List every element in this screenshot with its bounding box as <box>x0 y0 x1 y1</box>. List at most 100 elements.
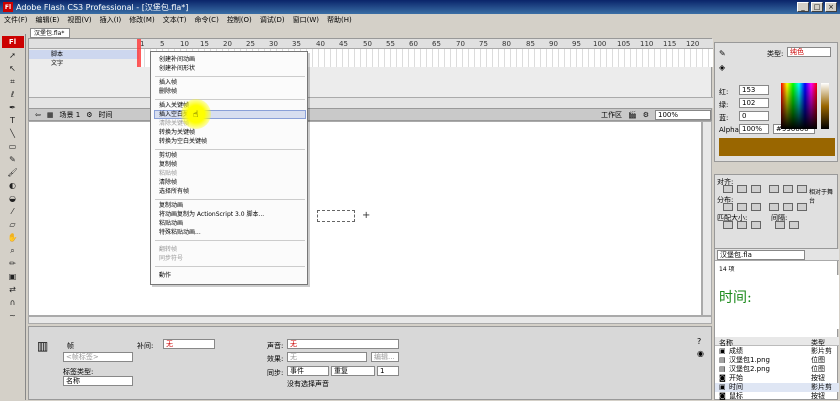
menu-item-synchronize-symbols[interactable]: 同步符号 <box>159 255 183 263</box>
workspace-label[interactable]: 工作区 <box>601 110 622 120</box>
align-hcenter-icon[interactable] <box>737 185 747 193</box>
menu-item-convert-to-keyframe[interactable]: 转换为关键帧 <box>159 129 195 137</box>
scene-label[interactable]: 场景 1 <box>60 110 81 120</box>
menu-file[interactable]: 文件(F) <box>4 15 28 25</box>
vertical-scrollbar[interactable] <box>702 121 712 316</box>
distribute-bottom-icon[interactable] <box>751 203 761 211</box>
symbol-label[interactable]: 时间 <box>98 110 112 120</box>
distribute-right-icon[interactable] <box>797 203 807 211</box>
library-item[interactable]: ▤ 汉堡包1.png 位图 <box>715 356 839 365</box>
menu-item-create-motion-tween[interactable]: 创建补间动画 <box>159 56 195 64</box>
pencil-icon[interactable]: ✎ <box>4 154 22 165</box>
menu-item-reverse-frames[interactable]: 翻转帧 <box>159 246 177 254</box>
horizontal-scrollbar[interactable] <box>28 316 712 324</box>
menu-item-remove-frames[interactable]: 删除帧 <box>159 88 177 96</box>
expand-icon[interactable]: ◉ <box>697 349 704 358</box>
stroke-color-icon[interactable]: ✎ <box>719 49 726 58</box>
menu-item-create-shape-tween[interactable]: 创建补间形状 <box>159 65 195 73</box>
align-top-icon[interactable] <box>769 185 779 193</box>
menu-item-copy-motion-as-as3[interactable]: 将动画复制为 ActionScript 3.0 脚本... <box>159 211 264 219</box>
hand-tool-icon[interactable]: ✋ <box>4 232 22 243</box>
zoom-select[interactable]: 100% <box>655 109 711 120</box>
sound-select[interactable]: 无 <box>287 339 399 349</box>
document-tab[interactable]: 汉堡包.fla* <box>30 28 70 38</box>
menu-item-copy-motion[interactable]: 复制动画 <box>159 202 183 210</box>
playhead[interactable] <box>137 39 141 67</box>
lasso-icon[interactable]: ℓ <box>4 89 22 100</box>
layer-row-script[interactable]: 脚本 <box>29 50 139 59</box>
fill-color-icon[interactable]: ◈ <box>719 63 725 72</box>
selection-tool-icon[interactable]: ➚ <box>4 50 22 61</box>
edit-button[interactable]: 编辑... <box>371 352 399 362</box>
space-horizontal-icon[interactable] <box>789 221 799 229</box>
menu-item-cut-frames[interactable]: 剪切帧 <box>159 152 177 160</box>
eraser-icon[interactable]: ▱ <box>4 219 22 230</box>
blue-input[interactable]: 0 <box>739 111 769 121</box>
distribute-top-icon[interactable] <box>723 203 733 211</box>
layer-row-text[interactable]: 文字 <box>29 59 139 68</box>
text-tool-icon[interactable]: T <box>4 115 22 126</box>
smooth-icon[interactable]: ~ <box>4 310 22 321</box>
tween-select[interactable]: 无 <box>163 339 215 349</box>
distribute-vcenter-icon[interactable] <box>737 203 747 211</box>
green-input[interactable]: 102 <box>739 98 769 108</box>
align-left-icon[interactable] <box>723 185 733 193</box>
line-tool-icon[interactable]: ╲ <box>4 128 22 139</box>
menu-help[interactable]: 帮助(H) <box>327 15 352 25</box>
menu-item-select-all-frames[interactable]: 选择所有帧 <box>159 188 189 196</box>
edit-scene-icon[interactable]: 🎬 <box>628 111 637 119</box>
brightness-slider[interactable] <box>821 83 829 129</box>
minimize-button[interactable]: _ <box>797 2 809 12</box>
menu-modify[interactable]: 修改(M) <box>129 15 155 25</box>
library-item[interactable]: ◙ 开始 按钮 <box>715 374 839 383</box>
relative-to-stage-label[interactable]: 相对于舞台 <box>809 187 837 205</box>
menu-item-paste-motion[interactable]: 粘贴动画 <box>159 220 183 228</box>
menu-edit[interactable]: 编辑(E) <box>36 15 60 25</box>
menu-window[interactable]: 窗口(W) <box>293 15 319 25</box>
text-box-outline[interactable] <box>317 210 355 222</box>
edit-symbol-icon[interactable]: ⚙ <box>643 111 649 119</box>
distribute-left-icon[interactable] <box>769 203 779 211</box>
menu-commands[interactable]: 命令(C) <box>194 15 218 25</box>
swap-colors-icon[interactable]: ⇄ <box>4 284 22 295</box>
menu-control[interactable]: 控制(O) <box>227 15 252 25</box>
repeat-count-input[interactable]: 1 <box>377 366 399 376</box>
zoom-tool-icon[interactable]: ⌕ <box>4 245 22 256</box>
snap-icon[interactable]: ∩ <box>4 297 22 308</box>
library-item[interactable]: ▣ 成绩 影片剪 <box>715 347 839 356</box>
menu-item-paste-frames[interactable]: 粘贴帧 <box>159 170 177 178</box>
space-vertical-icon[interactable] <box>775 221 785 229</box>
stroke-color-icon[interactable]: ✏ <box>4 258 22 269</box>
red-input[interactable]: 153 <box>739 85 769 95</box>
menu-item-paste-motion-special[interactable]: 特殊粘贴动画... <box>159 229 201 237</box>
menu-insert[interactable]: 插入(I) <box>100 15 122 25</box>
subselection-tool-icon[interactable]: ↖ <box>4 63 22 74</box>
sync-repeat-select[interactable]: 重复 <box>331 366 375 376</box>
distribute-hcenter-icon[interactable] <box>783 203 793 211</box>
eyedropper-icon[interactable]: ⁄ <box>4 206 22 217</box>
menu-item-convert-to-blank-keyframe[interactable]: 转换为空白关键帧 <box>159 138 207 146</box>
effect-select[interactable]: 无 <box>287 352 367 362</box>
library-item[interactable]: ▣ 时间 影片剪 <box>715 383 839 392</box>
align-vcenter-icon[interactable] <box>783 185 793 193</box>
help-icon[interactable]: ? <box>697 337 701 346</box>
maximize-button[interactable]: □ <box>811 2 823 12</box>
menu-item-clear-frames[interactable]: 清除帧 <box>159 179 177 187</box>
menu-debug[interactable]: 调试(D) <box>260 15 285 25</box>
alpha-input[interactable]: 100% <box>739 124 769 134</box>
stage[interactable]: + <box>28 121 702 316</box>
rectangle-tool-icon[interactable]: ▭ <box>4 141 22 152</box>
paint-bucket-icon[interactable]: ◒ <box>4 193 22 204</box>
brush-icon[interactable]: 🖌 <box>4 167 22 178</box>
library-document-select[interactable]: 汉堡包.fla <box>717 250 805 260</box>
color-spectrum[interactable] <box>781 83 817 129</box>
menu-item-copy-frames[interactable]: 复制帧 <box>159 161 177 169</box>
menu-item-actions[interactable]: 動作 <box>159 272 171 280</box>
sync-event-select[interactable]: 事件 <box>287 366 329 376</box>
frame-name-input[interactable]: <帧标签> <box>63 352 133 362</box>
close-button[interactable]: × <box>825 2 837 12</box>
menu-text[interactable]: 文本(T) <box>163 15 187 25</box>
match-height-icon[interactable] <box>737 221 747 229</box>
menu-item-insert-frame[interactable]: 插入帧 <box>159 79 177 87</box>
ink-bottle-icon[interactable]: ◐ <box>4 180 22 191</box>
